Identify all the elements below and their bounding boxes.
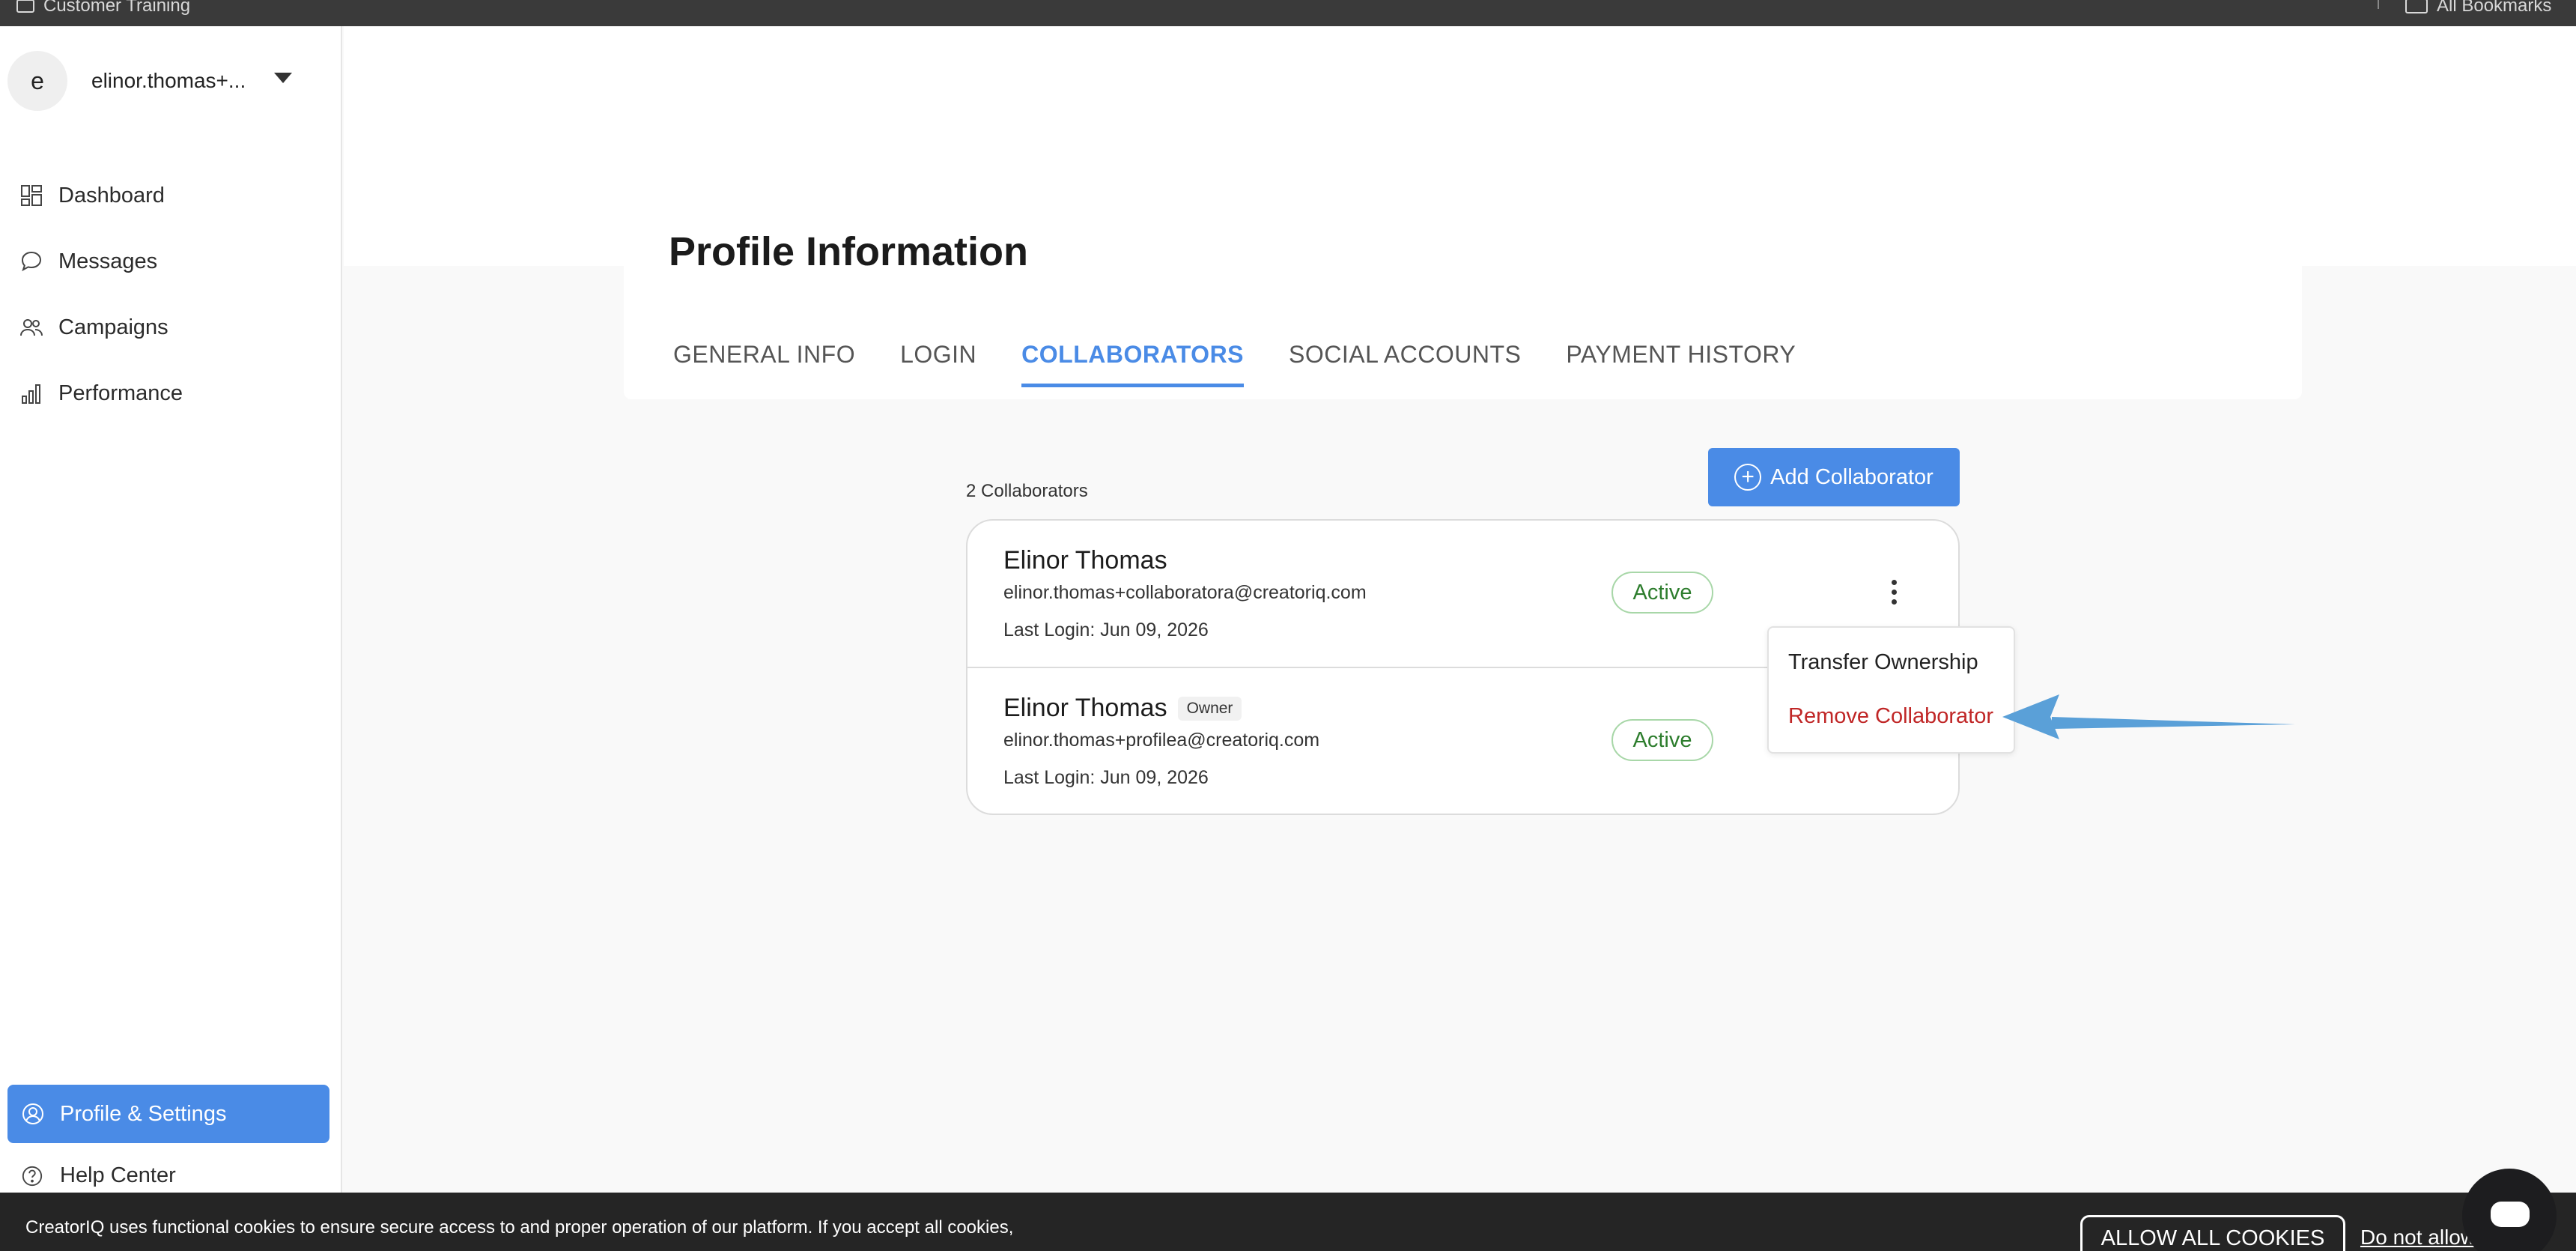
chat-icon [2491,1202,2530,1227]
add-collaborator-button[interactable]: + Add Collaborator [1708,448,1960,506]
owner-badge: Owner [1177,696,1242,721]
sidebar-item-label: Campaigns [58,315,168,339]
sidebar-item-performance[interactable]: Performance [0,360,342,426]
tab-social-accounts[interactable]: SOCIAL ACCOUNTS [1289,341,1521,387]
sidebar-item-dashboard[interactable]: Dashboard [0,163,342,228]
collaborator-name: Elinor Thomas [1003,694,1167,722]
chat-bubble-icon [21,251,42,272]
sidebar-nav: Dashboard Messages Campaigns Performance [0,163,342,426]
tab-login[interactable]: LOGIN [900,341,976,387]
sidebar-item-label: Messages [58,249,158,273]
help-circle-icon [22,1166,43,1186]
sidebar-item-label: Profile & Settings [60,1101,227,1126]
sidebar-item-label: Dashboard [58,183,165,208]
sidebar-item-messages[interactable]: Messages [0,228,342,294]
user-menu[interactable]: e elinor.thomas+... [7,51,246,111]
grid-icon [21,185,42,206]
collaborator-email: elinor.thomas+profilea@creatoriq.com [1003,730,1320,751]
chevron-down-icon[interactable] [274,73,292,83]
sidebar-item-label: Performance [58,381,183,405]
bookmark-customer-training[interactable]: Customer Training [16,0,190,16]
bookmarks-divider [2378,0,2379,9]
status-badge: Active [1611,572,1713,614]
bar-chart-icon [22,384,40,404]
allow-all-cookies-button[interactable]: ALLOW ALL COOKIES [2080,1215,2345,1251]
remove-collaborator-menu-item[interactable]: Remove Collaborator [1788,704,1993,729]
bookmarks-bar: Customer Training All Bookmarks [0,0,2576,26]
folder-icon [16,0,34,13]
collaborator-context-menu: Transfer Ownership Remove Collaborator [1767,626,2015,754]
user-circle-icon [22,1103,43,1124]
cookie-message-line: CreatorIQ uses functional cookies to ens… [25,1217,1014,1238]
status-badge: Active [1611,719,1713,761]
collaborator-last-login: Last Login: Jun 09, 2026 [1003,620,1209,640]
collaborators-count: 2 Collaborators [966,481,1088,501]
sidebar-item-campaigns[interactable]: Campaigns [0,294,342,360]
tab-general-info[interactable]: GENERAL INFO [673,341,855,387]
sidebar-item-profile-settings[interactable]: Profile & Settings [7,1085,329,1143]
collaborator-last-login: Last Login: Jun 09, 2026 [1003,767,1209,788]
collaborator-email: elinor.thomas+collaboratora@creatoriq.co… [1003,582,1367,603]
sidebar-item-help-center[interactable]: Help Center [21,1163,176,1188]
page-title: Profile Information [669,229,1029,274]
bookmark-all-bookmarks[interactable]: All Bookmarks [2405,0,2551,16]
cookie-message: CreatorIQ uses functional cookies to ens… [25,1215,1448,1241]
profile-header-card: Profile Information GENERAL INFO LOGIN C… [624,199,2302,399]
bookmark-label: All Bookmarks [2437,0,2552,16]
sidebar: e elinor.thomas+... Dashboard Messages C… [0,26,342,1251]
add-collaborator-label: Add Collaborator [1770,464,1933,489]
sidebar-item-label: Help Center [60,1163,176,1187]
profile-tabs: GENERAL INFO LOGIN COLLABORATORS SOCIAL … [673,341,1796,387]
transfer-ownership-menu-item[interactable]: Transfer Ownership [1788,650,1978,675]
collaborator-name: Elinor Thomas [1003,546,1167,575]
annotation-arrow-icon [2002,694,2295,739]
do-not-allow-link[interactable]: Do not allow [2360,1226,2476,1250]
user-name: elinor.thomas+... [91,69,246,92]
cookie-banner: CreatorIQ uses functional cookies to ens… [0,1193,2576,1251]
tab-payment-history[interactable]: PAYMENT HISTORY [1566,341,1796,387]
more-options-icon[interactable] [1883,573,1905,611]
avatar: e [7,51,67,111]
people-icon [20,319,43,336]
folder-icon [2405,0,2428,13]
bookmark-label: Customer Training [43,0,191,16]
tab-collaborators[interactable]: COLLABORATORS [1021,341,1245,387]
chat-launcher-button[interactable] [2462,1169,2557,1251]
collaborator-name-wrap: Elinor Thomas Owner [1003,694,1242,723]
collaborator-name-wrap: Elinor Thomas [1003,546,1167,575]
plus-circle-icon: + [1734,464,1762,491]
